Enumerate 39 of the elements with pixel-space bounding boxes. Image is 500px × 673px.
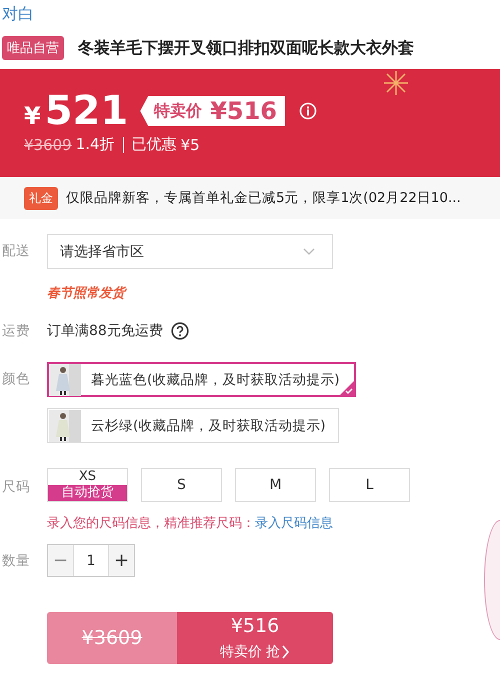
currency-sign: ¥ (24, 102, 41, 130)
product-title: 冬装羊毛下摆开叉领口排扣双面呢长款大衣外套 (78, 38, 414, 58)
shipping-text: 订单满88元免运费 (47, 322, 163, 340)
field-label: 颜色 (2, 370, 31, 389)
buy-button[interactable]: ¥516 特卖价 抢 (177, 612, 333, 664)
shipping-notice: 春节照常发货 (47, 285, 125, 302)
gift-badge: 礼金 (24, 186, 58, 210)
size-option[interactable]: S (141, 468, 222, 502)
special-price: ¥516 (210, 97, 277, 125)
field-label: 数量 (2, 552, 31, 571)
price-amount: 521 (44, 89, 128, 133)
info-icon (299, 102, 317, 120)
chevron-down-icon (303, 248, 315, 255)
chevron-right-icon (282, 645, 290, 659)
size-option[interactable]: M (235, 468, 316, 502)
color-option[interactable]: 云杉绿(收藏品牌，及时获取活动提示) (47, 408, 339, 443)
restock-tag: 自动抢货 (48, 485, 127, 501)
saved-amount: ¥5 (180, 136, 200, 154)
brand-link[interactable]: 对白 (0, 0, 34, 28)
firework-icon (382, 69, 410, 97)
size-info-link[interactable]: 录入尺码信息 (255, 516, 333, 531)
original-price: ¥3609 (24, 136, 72, 154)
field-label: 尺码 (2, 478, 31, 497)
saved-label: 已优惠 (132, 135, 177, 154)
size-option[interactable]: XS 自动抢货 (47, 468, 128, 502)
field-label: 运费 (2, 322, 31, 340)
checkmark-icon (340, 381, 354, 395)
store-badge: 唯品自营 (2, 36, 64, 60)
discount-text: 1.4折 (76, 135, 115, 154)
plus-button[interactable]: + (109, 545, 134, 576)
color-option[interactable]: 暮光蓝色(收藏品牌，及时获取活动提示) (47, 362, 356, 397)
gift-text: 仅限品牌新客，专属首单礼金已减5元，限享1次(02月22日10... (66, 189, 461, 207)
quantity-stepper[interactable]: − 1 + (47, 544, 135, 577)
special-price-label: 特卖价 (154, 100, 202, 122)
field-label: 配送 (2, 242, 31, 261)
size-hint: 录入您的尺码信息，精准推荐尺码： (47, 516, 255, 531)
help-icon (170, 322, 189, 340)
region-select[interactable]: 请选择省市区 (47, 234, 333, 269)
size-option[interactable]: L (329, 468, 410, 502)
